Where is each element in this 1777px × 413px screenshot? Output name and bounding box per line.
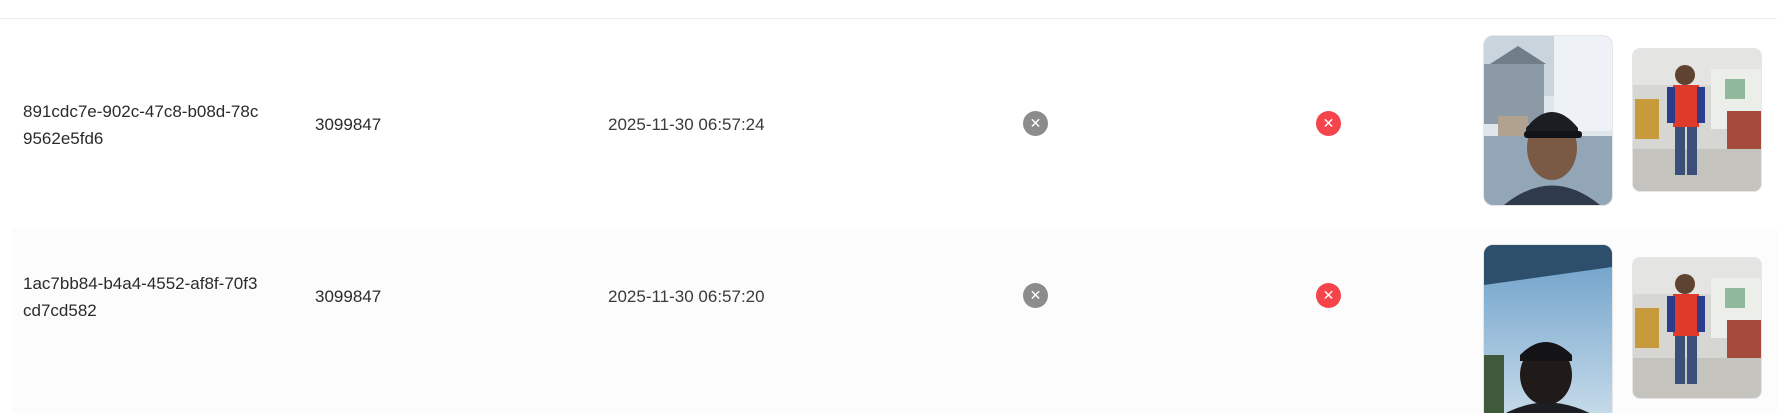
record-id-cell: 1ac7bb84-b4a4-4552-af8f-70f3cd7cd582 [23,274,258,320]
face-capture-image [1484,245,1612,413]
face-capture-photo[interactable] [1483,244,1613,413]
face-capture-photo[interactable] [1483,35,1613,206]
reference-full-body-photo[interactable] [1632,257,1762,399]
reference-image [1633,49,1761,191]
face-capture-image [1484,36,1612,205]
check-in-table: 891cdc7e-902c-47c8-b08d-78c9562e5fd6 309… [0,0,1777,413]
table-row: 1ac7bb84-b4a4-4552-af8f-70f3cd7cd582 309… [12,228,1777,413]
reference-image [1633,258,1761,398]
close-circle-red-icon: ✕ [1316,111,1341,136]
record-id-cell: 891cdc7e-902c-47c8-b08d-78c9562e5fd6 [23,102,259,148]
user-id-cell: 3099847 [315,115,382,134]
table-row: 891cdc7e-902c-47c8-b08d-78c9562e5fd6 309… [12,19,1777,230]
timestamp-cell: 2025-11-30 06:57:20 [608,287,765,306]
user-id-cell: 3099847 [315,287,382,306]
close-circle-gray-icon: ✕ [1023,283,1048,308]
timestamp-cell: 2025-11-30 06:57:24 [608,115,765,134]
close-circle-gray-icon: ✕ [1023,111,1048,136]
close-circle-red-icon: ✕ [1316,283,1341,308]
reference-full-body-photo[interactable] [1632,48,1762,192]
